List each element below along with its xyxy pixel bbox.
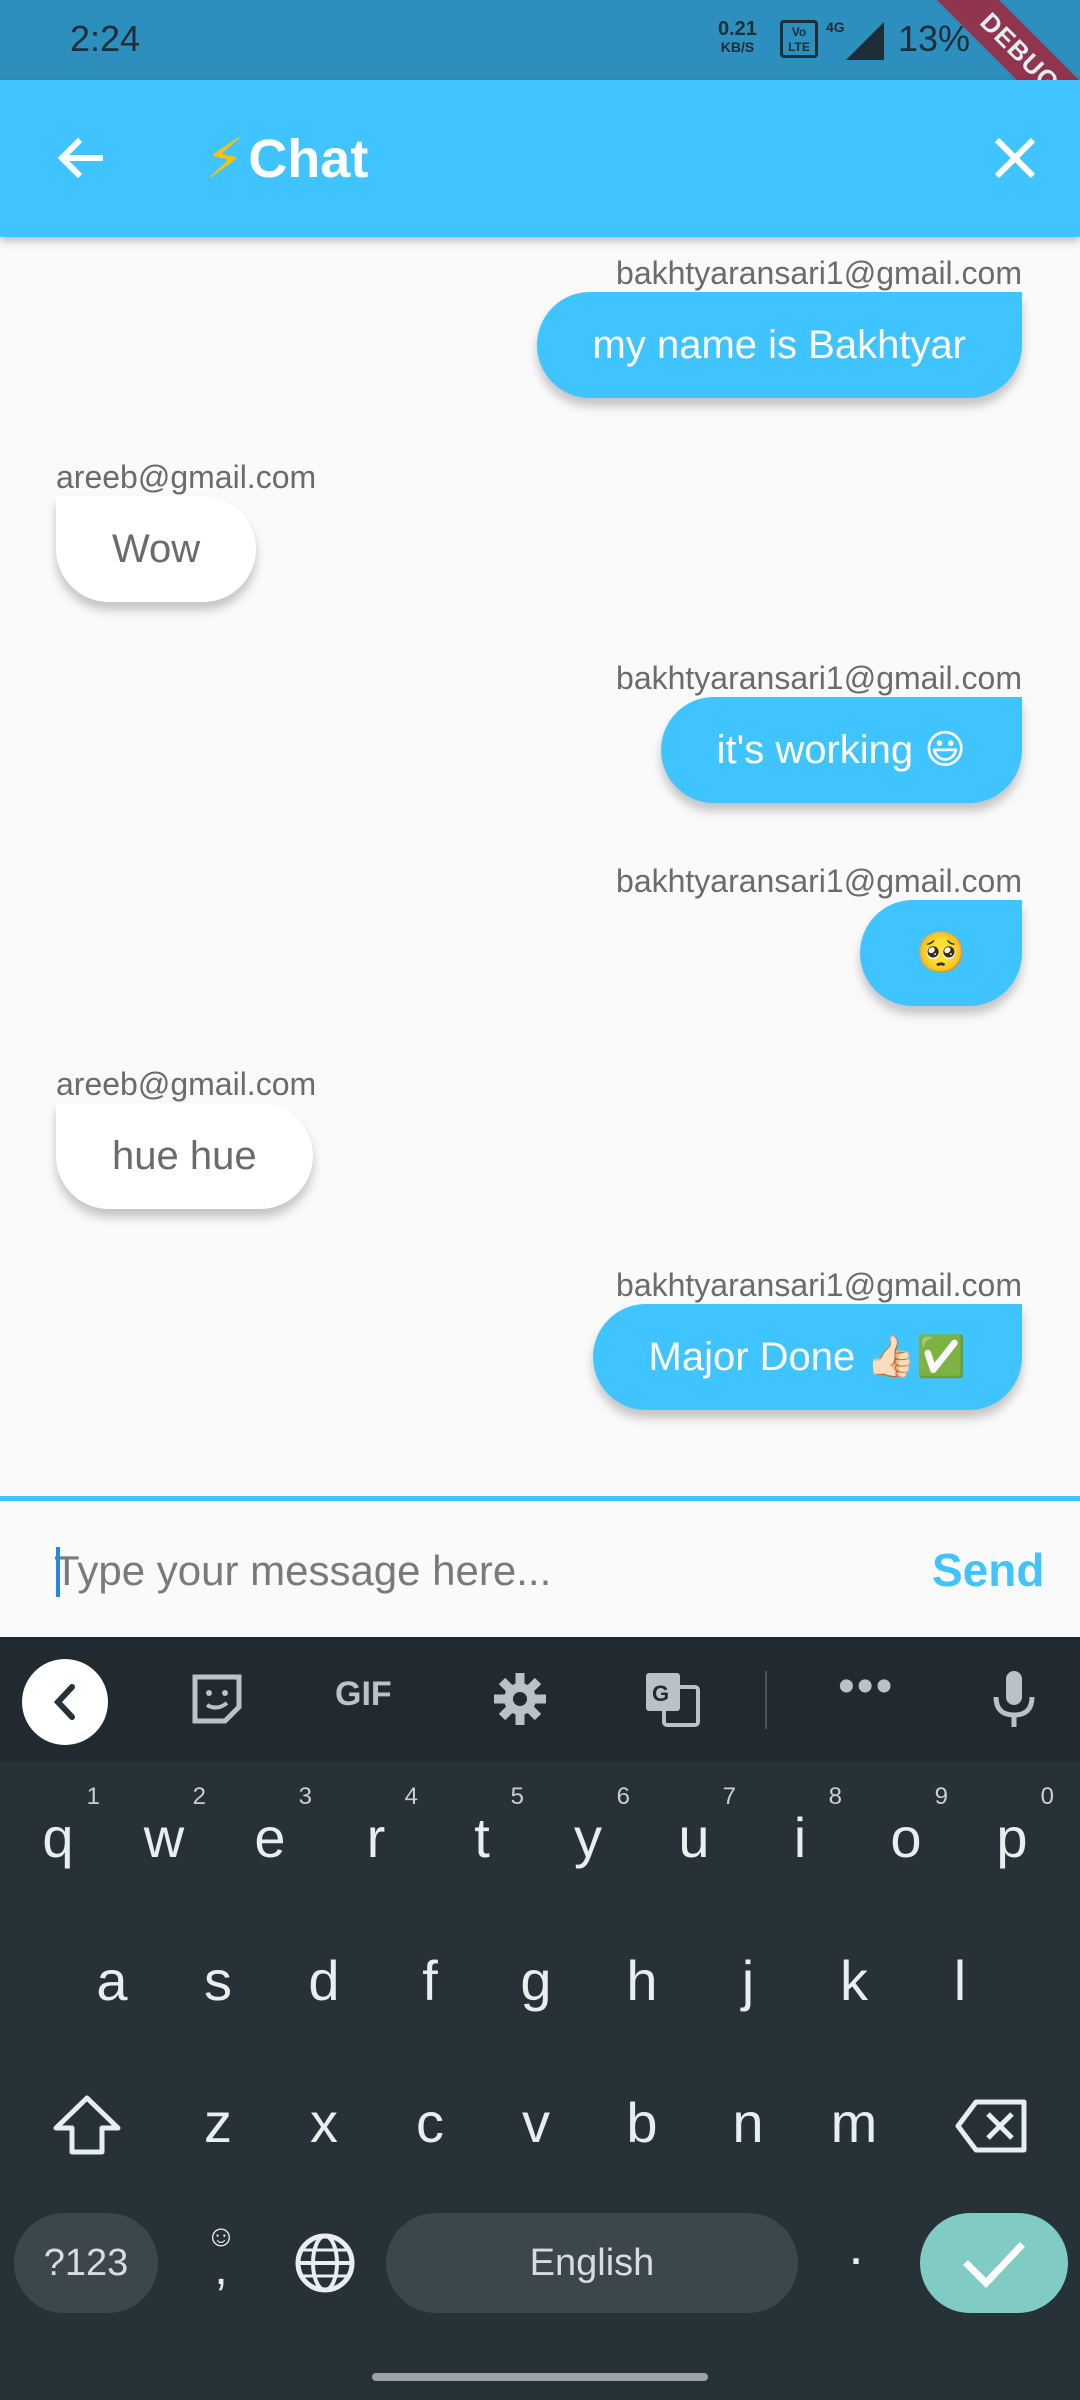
message-bubble: Wow: [56, 496, 257, 602]
key-m[interactable]: m: [804, 2090, 904, 2155]
signal-icon: 4G: [826, 19, 884, 60]
back-arrow-icon[interactable]: [50, 128, 110, 188]
message-sender: bakhtyaransari1@gmail.com: [616, 1267, 1022, 1303]
key-t[interactable]: t5: [432, 1783, 532, 1870]
message-bubble: my name is Bakhtyar: [536, 292, 1022, 398]
checkmark-icon: [963, 2242, 1025, 2289]
chevron-left-icon: [53, 1684, 75, 1720]
key-j[interactable]: j: [698, 1948, 798, 2013]
key-v[interactable]: v: [486, 2090, 586, 2155]
app-bar: ⚡ Chat: [0, 80, 1080, 237]
network-rate-unit: KB/S: [720, 39, 755, 55]
message-item: bakhtyaransari1@gmail.com Major Done 👍🏻✅: [592, 1267, 1022, 1410]
key-g[interactable]: g: [486, 1948, 586, 2013]
key-n[interactable]: n: [698, 2090, 798, 2155]
text-cursor: [56, 1547, 60, 1597]
key-d[interactable]: d: [274, 1948, 374, 2013]
message-sender: bakhtyaransari1@gmail.com: [616, 863, 1022, 899]
key-w[interactable]: w2: [114, 1783, 214, 1870]
page-title: ⚡ Chat: [205, 126, 368, 192]
message-sender: areeb@gmail.com: [56, 1066, 317, 1102]
more-options-icon[interactable]: •••: [838, 1659, 894, 1714]
key-h[interactable]: h: [592, 1948, 692, 2013]
period-key[interactable]: .: [806, 2215, 906, 2277]
key-x[interactable]: x: [274, 2090, 374, 2155]
message-bubble: Major Done 👍🏻✅: [592, 1304, 1022, 1410]
key-c[interactable]: c: [380, 2090, 480, 2155]
toolbar-divider: [765, 1671, 767, 1729]
keyboard-toolbar: GIF G •••: [0, 1637, 1080, 1761]
lightning-bolt-icon: ⚡: [205, 127, 245, 190]
network-type-label: 4G: [826, 19, 845, 35]
network-rate: 0.21 KB/S: [718, 18, 757, 56]
home-indicator[interactable]: [372, 2373, 708, 2381]
key-b[interactable]: b: [592, 2090, 692, 2155]
message-item: areeb@gmail.com Wow: [56, 459, 316, 602]
key-e[interactable]: e3: [220, 1783, 320, 1870]
backspace-icon[interactable]: [954, 2098, 1030, 2154]
key-o[interactable]: o9: [856, 1783, 956, 1870]
key-f[interactable]: f: [380, 1948, 480, 2013]
status-time: 2:24: [70, 18, 141, 59]
message-item: bakhtyaransari1@gmail.com it's working 😃: [616, 660, 1022, 803]
key-l[interactable]: l: [910, 1948, 1010, 2013]
svg-text:G: G: [652, 1681, 669, 1706]
key-r[interactable]: r4: [326, 1783, 426, 1870]
sticker-icon[interactable]: [185, 1667, 249, 1731]
emoji-comma-key[interactable]: ☺ ,: [196, 2222, 246, 2295]
space-key[interactable]: English: [386, 2213, 798, 2313]
message-bubble: 🥺: [860, 900, 1022, 1006]
key-p[interactable]: p0: [962, 1783, 1062, 1870]
microphone-icon[interactable]: [982, 1667, 1046, 1731]
key-u[interactable]: u7: [644, 1783, 744, 1870]
message-input[interactable]: [54, 1531, 884, 1611]
message-bubble: it's working 😃: [660, 697, 1022, 803]
key-q[interactable]: q1: [8, 1783, 108, 1870]
comma-label: ,: [214, 2242, 228, 2295]
enter-key[interactable]: [920, 2213, 1068, 2313]
key-a[interactable]: a: [62, 1948, 162, 2013]
battery-level: 13%: [898, 18, 971, 59]
status-bar: 2:24 0.21 KB/S Vo LTE 4G 13% DEBUG: [0, 0, 1080, 160]
key-k[interactable]: k: [804, 1948, 904, 2013]
gif-button[interactable]: GIF: [335, 1675, 392, 1714]
key-s[interactable]: s: [168, 1948, 268, 2013]
message-item: bakhtyaransari1@gmail.com 🥺: [616, 863, 1022, 1006]
symbols-key[interactable]: ?123: [14, 2213, 158, 2313]
gear-icon[interactable]: [488, 1667, 552, 1731]
composer: Send: [0, 1501, 1080, 1637]
shift-icon[interactable]: [50, 2092, 124, 2158]
message-sender: bakhtyaransari1@gmail.com: [616, 255, 1022, 291]
send-button[interactable]: Send: [932, 1543, 1044, 1597]
message-sender: areeb@gmail.com: [56, 459, 317, 495]
message-item: bakhtyaransari1@gmail.com my name is Bak…: [536, 255, 1022, 398]
message-item: areeb@gmail.com hue hue: [56, 1066, 316, 1209]
message-list[interactable]: bakhtyaransari1@gmail.com my name is Bak…: [0, 237, 1080, 1497]
message-bubble: hue hue: [56, 1103, 313, 1209]
key-i[interactable]: i8: [750, 1783, 850, 1870]
volte-icon: Vo LTE: [780, 20, 818, 58]
close-icon[interactable]: [985, 128, 1045, 188]
network-rate-value: 0.21: [718, 18, 757, 40]
message-sender: bakhtyaransari1@gmail.com: [616, 660, 1022, 696]
globe-icon[interactable]: [292, 2230, 358, 2296]
page-title-text: Chat: [248, 129, 369, 189]
key-z[interactable]: z: [168, 2090, 268, 2155]
translate-icon[interactable]: G: [640, 1667, 704, 1731]
key-y[interactable]: y6: [538, 1783, 638, 1870]
collapse-toolbar-button[interactable]: [22, 1659, 108, 1745]
